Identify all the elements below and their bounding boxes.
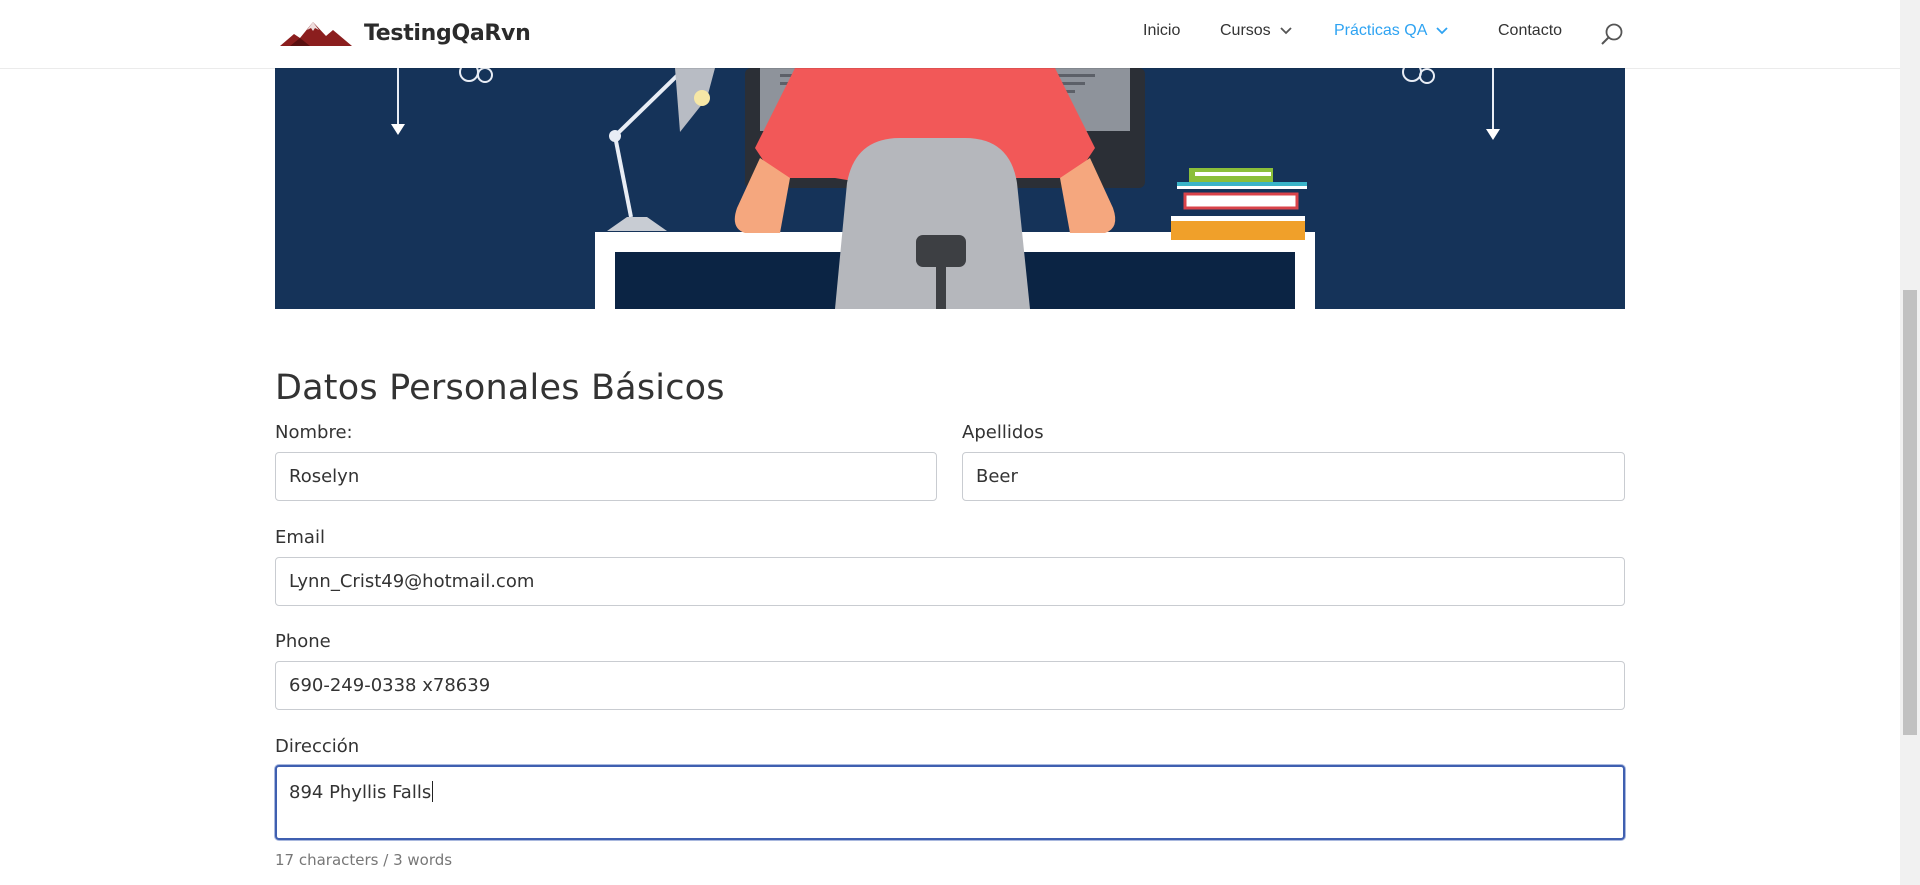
chevron-down-icon bbox=[1280, 27, 1292, 35]
logo-text: TestingQaRvn bbox=[364, 20, 531, 46]
phone-input[interactable] bbox=[275, 661, 1625, 710]
phone-label: Phone bbox=[275, 631, 331, 652]
search-icon bbox=[1601, 23, 1623, 45]
apellidos-label: Apellidos bbox=[962, 422, 1044, 443]
search-button[interactable] bbox=[1600, 22, 1626, 48]
direccion-value: 894 Phyllis Falls bbox=[289, 782, 432, 803]
direccion-textarea[interactable]: 894 Phyllis Falls bbox=[275, 765, 1625, 840]
chevron-down-icon bbox=[1436, 27, 1448, 35]
nav-practicas-qa-label: Prácticas QA bbox=[1334, 22, 1428, 39]
page-scrollbar[interactable] bbox=[1900, 0, 1920, 885]
nav-cursos-label: Cursos bbox=[1220, 22, 1271, 39]
nav-contacto-label: Contacto bbox=[1498, 22, 1563, 39]
apellidos-input[interactable] bbox=[962, 452, 1625, 501]
section-title: Datos Personales Básicos bbox=[275, 368, 725, 408]
nav-inicio-label: Inicio bbox=[1143, 22, 1181, 39]
nav-contacto[interactable]: Contacto bbox=[1498, 22, 1562, 40]
mountain-logo-icon bbox=[280, 22, 352, 46]
site-logo[interactable]: TestingQaRvn bbox=[280, 16, 531, 50]
character-word-counter: 17 characters / 3 words bbox=[275, 851, 453, 869]
site-header: TestingQaRvn Inicio Cursos Prácticas QA … bbox=[0, 0, 1900, 68]
nav-practicas-qa[interactable]: Prácticas QA bbox=[1334, 22, 1448, 40]
hero-banner-image bbox=[275, 68, 1625, 309]
text-caret bbox=[432, 781, 434, 802]
scrollbar-thumb[interactable] bbox=[1903, 290, 1917, 735]
nombre-input[interactable] bbox=[275, 452, 937, 501]
nav-inicio[interactable]: Inicio bbox=[1143, 22, 1180, 40]
nav-cursos[interactable]: Cursos bbox=[1220, 22, 1292, 40]
developer-desk-illustration bbox=[275, 68, 1625, 309]
direccion-label: Dirección bbox=[275, 736, 360, 757]
email-input[interactable] bbox=[275, 557, 1625, 606]
email-label: Email bbox=[275, 527, 325, 548]
nombre-label: Nombre: bbox=[275, 422, 353, 443]
